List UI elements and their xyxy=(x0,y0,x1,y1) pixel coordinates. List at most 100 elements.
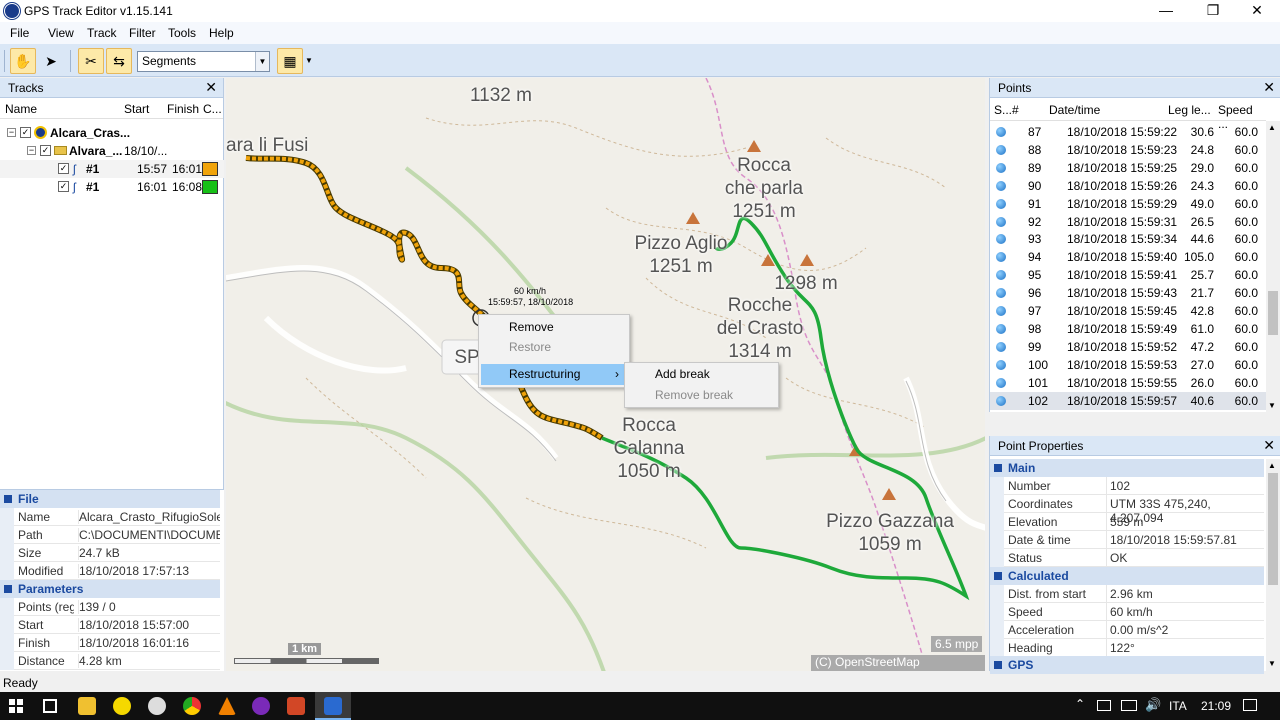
chrome-icon[interactable] xyxy=(183,697,201,715)
track-file-row[interactable]: − ✓ Alcara_Cras... xyxy=(0,124,224,142)
segments-dropdown[interactable]: Segments ▼ xyxy=(137,51,270,72)
point-row[interactable]: 92 18/10/2018 15:59:31 26.5 60.0 xyxy=(990,213,1266,231)
property-row[interactable]: Number 102 xyxy=(990,477,1264,495)
maximize-button[interactable]: ❐ xyxy=(1190,0,1236,22)
menu-track[interactable]: Track xyxy=(87,26,117,40)
property-row[interactable]: NameAlcara_Crasto_RifugioSole.gp xyxy=(0,508,220,526)
property-row[interactable]: Finish 18/10/2018 16:01:16 xyxy=(0,634,220,652)
clock[interactable]: 21:09 xyxy=(1201,699,1231,713)
menu-item-add-break[interactable]: Add break xyxy=(627,364,776,385)
column-start[interactable]: Start xyxy=(124,102,149,116)
powerpoint-icon[interactable] xyxy=(287,697,305,715)
menu-item-remove[interactable]: Remove xyxy=(481,317,627,338)
column-datetime[interactable]: Date/time xyxy=(1049,103,1100,117)
collapse-icon[interactable] xyxy=(994,661,1002,669)
property-row[interactable]: Coordinates UTM 33S 475,240, 4,207,094 xyxy=(990,495,1264,525)
column-leg-length[interactable]: Leg le... xyxy=(1168,103,1211,117)
collapse-icon[interactable]: − xyxy=(7,128,16,137)
scroll-up-icon[interactable]: ▲ xyxy=(1268,461,1276,470)
close-icon[interactable]: ✕ xyxy=(1263,437,1275,454)
point-row[interactable]: 93 18/10/2018 15:59:34 44.6 60.0 xyxy=(990,230,1266,248)
tray-network-icon[interactable] xyxy=(1121,700,1137,711)
property-row[interactable]: PathC:\DOCUMENTI\DOCUMENT xyxy=(0,526,220,544)
point-row[interactable]: 94 18/10/2018 15:59:40 105.0 60.0 xyxy=(990,248,1266,266)
property-row[interactable]: Distance 4.28 km xyxy=(0,652,220,670)
menu-item-remove-break[interactable]: Remove break xyxy=(627,385,776,406)
section-main[interactable]: Main xyxy=(990,459,1264,477)
collapse-icon[interactable]: − xyxy=(27,146,36,155)
column-color[interactable]: C... xyxy=(203,102,222,116)
point-row[interactable]: 97 18/10/2018 15:59:45 42.8 60.0 xyxy=(990,302,1266,320)
property-row[interactable]: Modified 18/10/2018 17:57:13 xyxy=(0,562,220,580)
app-smiley-icon[interactable] xyxy=(113,697,131,715)
collapse-icon[interactable] xyxy=(4,585,12,593)
column-number[interactable]: # xyxy=(1012,103,1019,117)
segment-color-swatch[interactable] xyxy=(202,180,218,194)
point-row[interactable]: 90 18/10/2018 15:59:26 24.3 60.0 xyxy=(990,177,1266,195)
scroll-down-icon[interactable]: ▼ xyxy=(1268,401,1276,410)
close-icon[interactable]: ✕ xyxy=(1263,79,1275,96)
task-view-icon[interactable] xyxy=(43,699,57,713)
menu-view[interactable]: View xyxy=(48,26,74,40)
section-file[interactable]: File xyxy=(0,490,220,508)
collapse-icon[interactable] xyxy=(994,572,1002,580)
split-tool-icon[interactable]: ✂ xyxy=(78,48,104,74)
property-row[interactable]: Elevation 559 m xyxy=(990,513,1264,531)
close-icon[interactable]: ✕ xyxy=(205,79,217,96)
section-parameters[interactable]: Parameters xyxy=(0,580,220,598)
language-indicator[interactable]: ITA xyxy=(1169,699,1187,713)
track-row[interactable]: − ✓ Alvara_... 18/10/... xyxy=(0,142,224,160)
menu-tools[interactable]: Tools xyxy=(168,26,196,40)
point-row[interactable]: 99 18/10/2018 15:59:52 47.2 60.0 xyxy=(990,338,1266,356)
property-row[interactable]: Heading 122° xyxy=(990,639,1264,657)
section-gps[interactable]: GPS xyxy=(990,656,1264,674)
menu-file[interactable]: File xyxy=(10,26,29,40)
tray-notebook-icon[interactable] xyxy=(1097,700,1111,711)
column-status[interactable]: S... xyxy=(994,103,1012,117)
property-row[interactable]: Size 24.7 kB xyxy=(0,544,220,562)
point-row[interactable]: 101 18/10/2018 15:59:55 26.0 60.0 xyxy=(990,374,1266,392)
checkbox[interactable]: ✓ xyxy=(20,127,31,138)
scroll-down-icon[interactable]: ▼ xyxy=(1268,659,1276,668)
map-layer-dropdown-icon[interactable]: ▼ xyxy=(305,56,313,65)
app-globe-icon[interactable] xyxy=(148,697,166,715)
point-row[interactable]: 88 18/10/2018 15:59:23 24.8 60.0 xyxy=(990,141,1266,159)
point-row[interactable]: 96 18/10/2018 15:59:43 21.7 60.0 xyxy=(990,284,1266,302)
point-row[interactable]: 98 18/10/2018 15:59:49 61.0 60.0 xyxy=(990,320,1266,338)
property-row[interactable]: Points (reg 139 / 0 xyxy=(0,598,220,616)
property-row[interactable]: Date & time 18/10/2018 15:59:57.81 xyxy=(990,531,1264,549)
close-button[interactable]: ✕ xyxy=(1234,0,1280,22)
property-row[interactable]: Speed 60 km/h xyxy=(990,603,1264,621)
point-row[interactable]: 102 18/10/2018 15:59:57 40.6 60.0 xyxy=(990,391,1266,410)
scroll-thumb[interactable] xyxy=(1268,291,1278,335)
menu-help[interactable]: Help xyxy=(209,26,234,40)
point-row[interactable]: 87 18/10/2018 15:59:22 30.6 60.0 xyxy=(990,123,1266,141)
collapse-icon[interactable] xyxy=(994,464,1002,472)
column-name[interactable]: Name xyxy=(5,102,37,116)
column-finish[interactable]: Finish xyxy=(167,102,199,116)
property-row[interactable]: Start 18/10/2018 15:57:00 xyxy=(0,616,220,634)
segment-row[interactable]: ✓ ʃ #1 16:01 16:08 xyxy=(0,178,224,196)
checkbox[interactable]: ✓ xyxy=(40,145,51,156)
section-calculated[interactable]: Calculated xyxy=(990,567,1264,585)
property-row[interactable]: Status OK xyxy=(990,549,1264,567)
menu-item-restructuring[interactable]: Restructuring › xyxy=(481,364,627,385)
hand-tool-icon[interactable]: ✋ xyxy=(10,48,36,74)
file-explorer-icon[interactable] xyxy=(78,697,96,715)
windows-start-icon[interactable] xyxy=(9,699,23,713)
collapse-icon[interactable] xyxy=(4,495,12,503)
property-row[interactable]: Acceleration 0.00 m/s^2 xyxy=(990,621,1264,639)
point-row[interactable]: 95 18/10/2018 15:59:41 25.7 60.0 xyxy=(990,266,1266,284)
scroll-thumb[interactable] xyxy=(1268,473,1278,585)
volume-icon[interactable]: 🔊 xyxy=(1145,697,1161,713)
pointer-tool-icon[interactable]: ➤ xyxy=(38,48,64,74)
segment-row[interactable]: ✓ ʃ #1 15:57 16:01 xyxy=(0,160,224,178)
menu-filter[interactable]: Filter xyxy=(129,26,156,40)
minimize-button[interactable]: — xyxy=(1143,0,1189,22)
gps-track-editor-taskbar-button[interactable] xyxy=(315,692,351,720)
segment-color-swatch[interactable] xyxy=(202,162,218,176)
scroll-up-icon[interactable]: ▲ xyxy=(1268,123,1276,132)
property-row[interactable]: Dist. from start 2.96 km xyxy=(990,585,1264,603)
point-row[interactable]: 89 18/10/2018 15:59:25 29.0 60.0 xyxy=(990,159,1266,177)
points-scrollbar[interactable]: ▲ ▼ xyxy=(1266,121,1280,412)
